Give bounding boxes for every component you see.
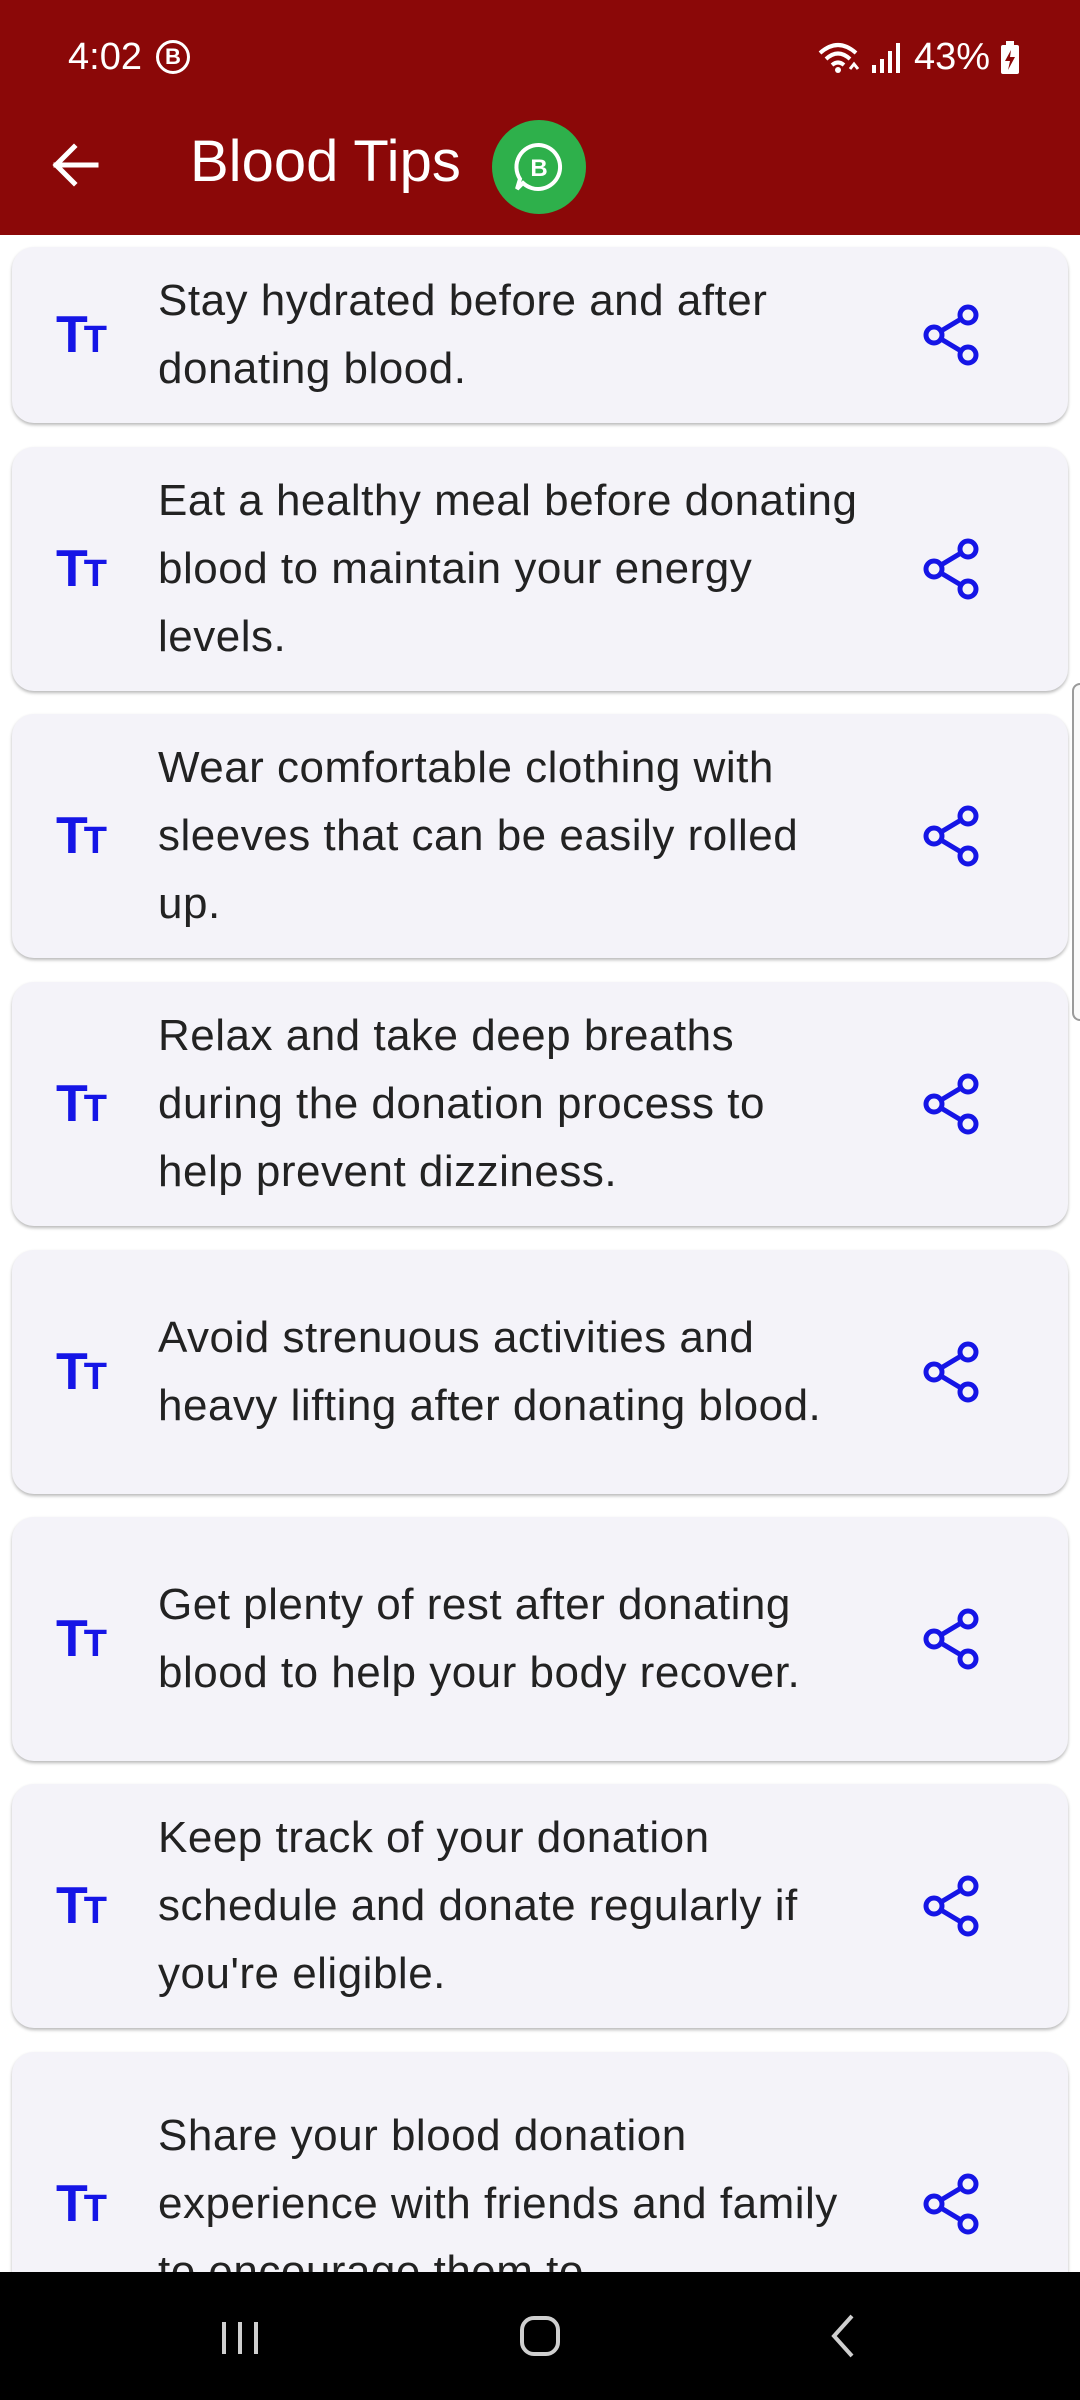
share-icon[interactable] <box>920 1072 984 1136</box>
tip-text: Wear comfortable clothing with sleeves t… <box>158 743 799 928</box>
text-size-icon[interactable]: TT <box>56 539 107 599</box>
tip-text: Avoid strenuous activities and heavy lif… <box>158 1313 822 1430</box>
tips-list[interactable]: TT Stay hydrated before and after donati… <box>0 235 1080 2272</box>
tip-card[interactable]: TT Avoid strenuous activities and heavy … <box>12 1250 1068 1494</box>
tip-text: Get plenty of rest after donating blood … <box>158 1580 801 1697</box>
tip-card[interactable]: TT Wear comfortable clothing with sleeve… <box>12 714 1068 958</box>
tip-card[interactable]: TT Eat a healthy meal before donating bl… <box>12 447 1068 691</box>
notification-badge-icon: B <box>156 40 190 74</box>
tip-card[interactable]: TT Keep track of your donation schedule … <box>12 1784 1068 2028</box>
share-icon[interactable] <box>920 303 984 367</box>
share-icon[interactable] <box>920 1340 984 1404</box>
share-icon[interactable] <box>920 537 984 601</box>
system-nav-bar <box>0 2272 1080 2400</box>
back-button[interactable] <box>40 130 110 200</box>
share-icon[interactable] <box>920 1607 984 1671</box>
page-title: Blood Tips <box>190 129 461 194</box>
scrollbar[interactable] <box>1072 683 1080 1021</box>
text-size-icon[interactable]: TT <box>56 1074 107 1134</box>
wifi-icon <box>818 42 860 73</box>
text-size-icon[interactable]: TT <box>56 2174 107 2234</box>
tip-text: Stay hydrated before and after donating … <box>158 276 768 393</box>
back-icon[interactable] <box>814 2306 874 2366</box>
tip-text: Share your blood donation experience wit… <box>158 2111 838 2272</box>
app-bar: 4:02 B 43% Blood Tips B <box>0 0 1080 235</box>
chat-bubble-icon: B <box>514 142 563 191</box>
tip-text: Keep track of your donation schedule and… <box>158 1813 798 1998</box>
share-icon[interactable] <box>920 2172 984 2236</box>
tip-card[interactable]: TT Relax and take deep breaths during th… <box>12 982 1068 1226</box>
svg-text:B: B <box>530 155 547 182</box>
text-size-icon[interactable]: TT <box>56 806 107 866</box>
status-right: 43% <box>816 36 1020 79</box>
text-size-icon[interactable]: TT <box>56 1876 107 1936</box>
text-size-icon[interactable]: TT <box>56 305 107 365</box>
recent-apps-icon[interactable] <box>210 2306 270 2366</box>
status-time: 4:02 <box>68 36 142 78</box>
share-icon[interactable] <box>920 1874 984 1938</box>
home-icon[interactable] <box>510 2306 570 2366</box>
arrow-left-icon <box>52 143 99 187</box>
whatsapp-business-icon[interactable]: B <box>492 120 586 214</box>
battery-charging-icon <box>1001 40 1019 74</box>
text-size-icon[interactable]: TT <box>56 1342 107 1402</box>
tip-text: Relax and take deep breaths during the d… <box>158 1011 765 1196</box>
tip-card[interactable]: TT Get plenty of rest after donating blo… <box>12 1517 1068 1761</box>
battery-percent: 43% <box>913 36 990 78</box>
signal-icon <box>871 42 900 73</box>
tip-card[interactable]: TT Share your blood donation experience … <box>12 2052 1068 2272</box>
tip-text: Eat a healthy meal before donating blood… <box>158 476 858 661</box>
text-size-icon[interactable]: TT <box>56 1609 107 1669</box>
tip-card[interactable]: TT Stay hydrated before and after donati… <box>12 247 1068 423</box>
share-icon[interactable] <box>920 804 984 868</box>
